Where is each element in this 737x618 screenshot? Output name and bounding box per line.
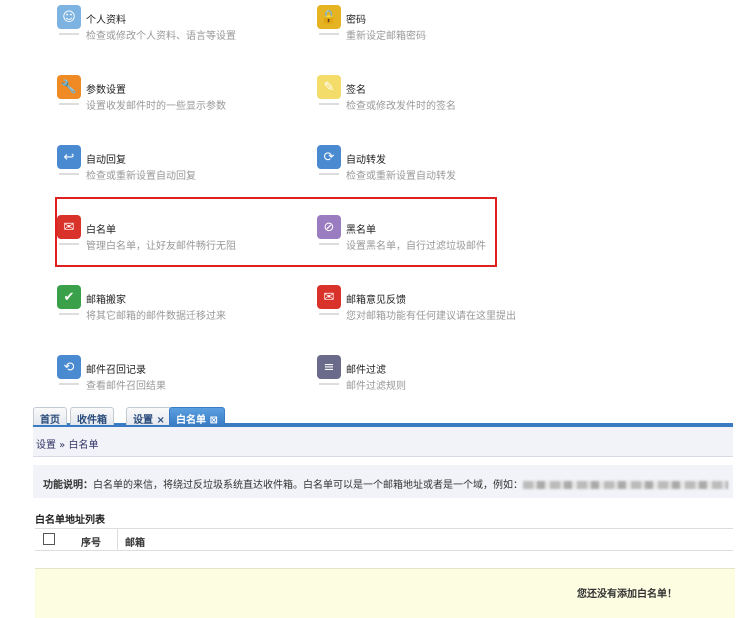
tab-inbox[interactable]: 收件箱 — [70, 407, 114, 426]
settings-item-title[interactable]: 邮箱搬家 — [86, 291, 126, 306]
empty-message: 您还没有添加白名单！ — [577, 589, 677, 600]
settings-item-wrench[interactable]: 🔧 参数设置 设置收发邮件时的一些显示参数 — [57, 75, 297, 115]
signature-icon: ✎ — [317, 75, 341, 105]
tab-label: 白名单 — [176, 415, 206, 426]
settings-item-desc: 检查或重新设置自动回复 — [86, 171, 196, 182]
wrench-icon: 🔧 — [57, 75, 81, 105]
settings-item-desc: 检查或重新设置自动转发 — [346, 171, 456, 182]
settings-item-desc: 查看邮件召回结果 — [86, 381, 166, 392]
column-index: 序号 — [65, 529, 118, 550]
settings-item-title[interactable]: 邮件召回记录 — [86, 361, 146, 376]
tab-settings[interactable]: 设置 × — [126, 407, 172, 426]
list-heading: 白名单地址列表 — [35, 515, 105, 526]
settings-item-desc: 重新设定邮箱密码 — [346, 31, 426, 42]
auto-forward-icon: ⟳ — [317, 145, 341, 175]
highlight-box — [55, 197, 497, 267]
breadcrumb: 设置 » 白名单 — [33, 427, 733, 457]
settings-item-desc: 您对邮箱功能有任何建议请在这里提出 — [346, 311, 516, 322]
info-box: 功能说明：白名单的来信，将绕过反垃圾系统直达收件箱。白名单可以是一个邮箱地址或者… — [33, 465, 733, 498]
settings-item-mailbox-move[interactable]: ✔ 邮箱搬家 将其它邮箱的邮件数据迁移过来 — [57, 285, 297, 325]
tab-home[interactable]: 首页 — [33, 407, 67, 426]
recall-icon: ⟲ — [57, 355, 81, 385]
feedback-icon: ✉ — [317, 285, 341, 315]
settings-item-feedback[interactable]: ✉ 邮箱意见反馈 您对邮箱功能有任何建议请在这里提出 — [317, 285, 557, 325]
settings-item-title[interactable]: 密码 — [346, 11, 366, 26]
settings-item-desc: 邮件过滤规则 — [346, 381, 406, 392]
settings-item-title[interactable]: 邮件过滤 — [346, 361, 386, 376]
table-header: 序号 邮箱 — [35, 528, 733, 551]
info-text: 白名单的来信，将绕过反垃圾系统直达收件箱。白名单可以是一个邮箱地址或者是一个域，… — [93, 480, 523, 491]
settings-item-desc: 设置收发邮件时的一些显示参数 — [86, 101, 226, 112]
auto-reply-icon: ↩ — [57, 145, 81, 175]
breadcrumb-current: 白名单 — [68, 440, 99, 451]
settings-item-title[interactable]: 个人资料 — [86, 11, 126, 26]
filter-icon: ≡ — [317, 355, 341, 385]
info-label: 功能说明： — [43, 480, 93, 491]
settings-item-lock[interactable]: 🔒 密码 重新设定邮箱密码 — [317, 5, 557, 45]
settings-item-signature[interactable]: ✎ 签名 检查或修改发件时的签名 — [317, 75, 557, 115]
close-icon[interactable]: ⊠ — [209, 415, 217, 426]
settings-item-title[interactable]: 签名 — [346, 81, 366, 96]
empty-state: 您还没有添加白名单！ — [35, 568, 735, 618]
tab-whitelist[interactable]: 白名单 ⊠ — [169, 407, 225, 426]
tab-bar: 首页 收件箱 设置 × 白名单 ⊠ — [33, 405, 733, 427]
settings-item-title[interactable]: 自动回复 — [86, 151, 126, 166]
settings-item-auto-reply[interactable]: ↩ 自动回复 检查或重新设置自动回复 — [57, 145, 297, 185]
settings-item-auto-forward[interactable]: ⟳ 自动转发 检查或重新设置自动转发 — [317, 145, 557, 185]
column-email: 邮箱 — [125, 538, 145, 549]
select-all-checkbox[interactable] — [43, 533, 55, 545]
mailbox-move-icon: ✔ — [57, 285, 81, 315]
breadcrumb-settings-link[interactable]: 设置 — [36, 440, 56, 451]
settings-item-recall[interactable]: ⟲ 邮件召回记录 查看邮件召回结果 — [57, 355, 297, 395]
settings-item-title[interactable]: 邮箱意见反馈 — [346, 291, 406, 306]
settings-item-profile[interactable]: ☺ 个人资料 检查或修改个人资料、语言等设置 — [57, 5, 297, 45]
tab-label: 设置 — [133, 415, 153, 426]
settings-item-desc: 将其它邮箱的邮件数据迁移过来 — [86, 311, 226, 322]
breadcrumb-separator: » — [56, 440, 69, 451]
tab-label: 首页 — [40, 415, 60, 426]
blurred-example — [523, 481, 728, 489]
close-icon[interactable]: × — [156, 415, 164, 426]
settings-item-title[interactable]: 参数设置 — [86, 81, 126, 96]
settings-item-desc: 检查或修改个人资料、语言等设置 — [86, 31, 236, 42]
settings-item-filter[interactable]: ≡ 邮件过滤 邮件过滤规则 — [317, 355, 557, 395]
profile-icon: ☺ — [57, 5, 81, 35]
settings-item-title[interactable]: 自动转发 — [346, 151, 386, 166]
tab-label: 收件箱 — [77, 415, 107, 426]
settings-item-desc: 检查或修改发件时的签名 — [346, 101, 456, 112]
lock-icon: 🔒 — [317, 5, 341, 35]
